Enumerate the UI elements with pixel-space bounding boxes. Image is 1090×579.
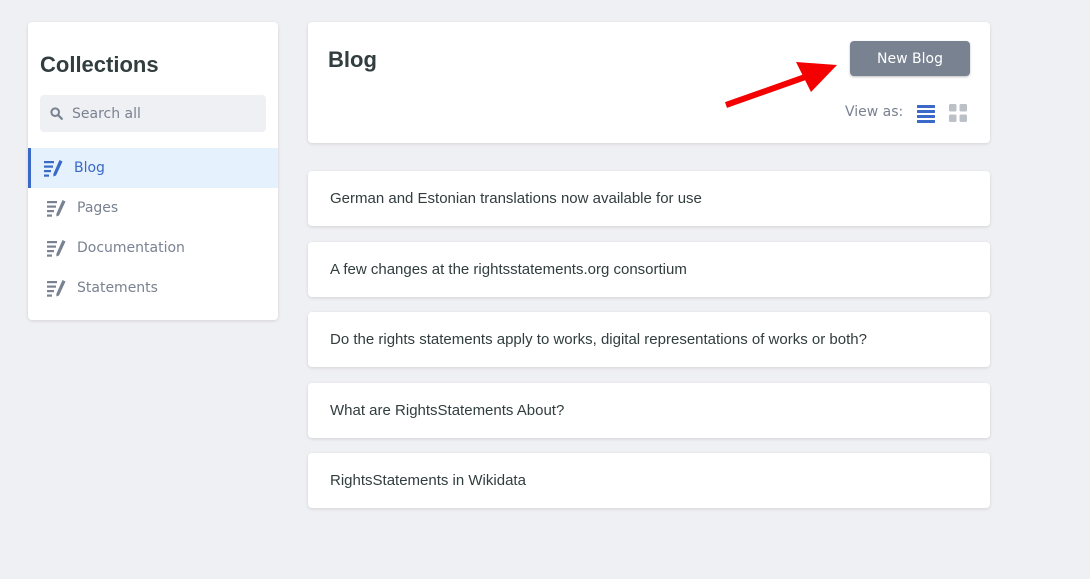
collection-nav: Blog Pages Documentation Statements xyxy=(28,148,278,308)
sidebar-item-label: Blog xyxy=(74,160,105,176)
list-view-icon[interactable] xyxy=(916,103,936,128)
view-as-label: View as: xyxy=(845,104,904,120)
collection-edit-icon xyxy=(47,199,77,217)
sidebar-item-label: Documentation xyxy=(77,240,185,256)
entry-title: A few changes at the rightsstatements.or… xyxy=(330,261,687,278)
entry-row[interactable]: RightsStatements in Wikidata xyxy=(308,453,990,508)
collection-edit-icon xyxy=(47,279,77,297)
collections-sidebar: Collections Blog xyxy=(28,22,278,320)
entry-row[interactable]: German and Estonian translations now ava… xyxy=(308,171,990,226)
sidebar-item-label: Statements xyxy=(77,280,158,296)
entry-title: Do the rights statements apply to works,… xyxy=(330,331,867,348)
sidebar-item-pages[interactable]: Pages xyxy=(28,188,278,228)
search-input[interactable] xyxy=(72,105,252,122)
annotation-arrow xyxy=(724,62,837,108)
search-icon xyxy=(40,107,72,120)
sidebar-item-documentation[interactable]: Documentation xyxy=(28,228,278,268)
sidebar-item-statements[interactable]: Statements xyxy=(28,268,278,308)
entry-title: What are RightsStatements About? xyxy=(330,402,565,419)
entry-title: German and Estonian translations now ava… xyxy=(330,190,702,207)
grid-view-icon[interactable] xyxy=(948,103,968,128)
new-blog-button[interactable]: New Blog xyxy=(850,41,970,76)
collection-header: Blog New Blog View as: xyxy=(308,22,990,143)
sidebar-title: Collections xyxy=(40,52,159,77)
entry-row[interactable]: A few changes at the rightsstatements.or… xyxy=(308,242,990,297)
entry-row[interactable]: Do the rights statements apply to works,… xyxy=(308,312,990,367)
collection-edit-icon xyxy=(47,239,77,257)
sidebar-item-blog[interactable]: Blog xyxy=(28,148,278,188)
entry-row[interactable]: What are RightsStatements About? xyxy=(308,383,990,438)
page-title: Blog xyxy=(328,47,377,72)
entry-title: RightsStatements in Wikidata xyxy=(330,472,526,489)
search-box[interactable] xyxy=(40,95,266,132)
sidebar-item-label: Pages xyxy=(77,200,119,216)
collection-edit-icon xyxy=(44,159,74,177)
